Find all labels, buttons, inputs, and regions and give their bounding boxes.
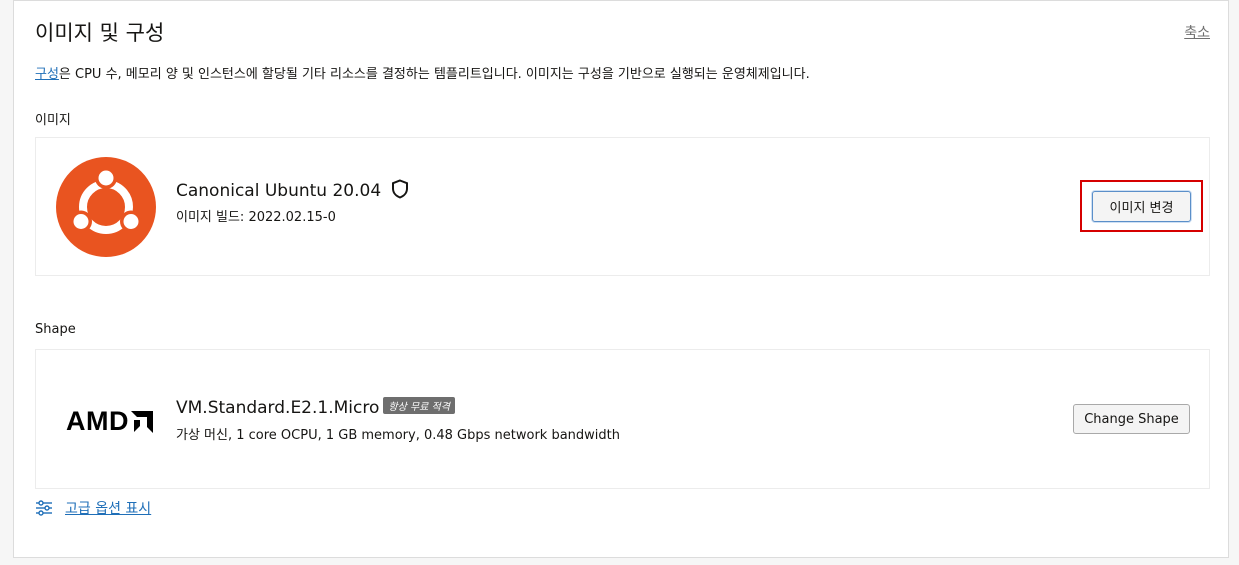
shield-icon <box>391 179 408 199</box>
collapse-link[interactable]: 축소 <box>1184 22 1210 42</box>
image-name-row: Canonical Ubuntu 20.04 <box>176 179 409 201</box>
amd-arrow-icon <box>131 410 153 433</box>
shape-name: VM.Standard.E2.1.Micro <box>176 398 380 418</box>
section-title: 이미지 및 구성 <box>35 21 165 45</box>
image-section-label: 이미지 <box>35 113 71 128</box>
advanced-options-label[interactable]: 고급 옵션 표시 <box>65 498 151 518</box>
shape-card: AMD VM.Standard.E2.1.Micro 항상 무료 적격 가상 머신… <box>35 349 1210 489</box>
description: 구성은 CPU 수, 메모리 양 및 인스턴스에 할당될 기타 리소스를 결정하… <box>35 63 810 82</box>
image-build: 이미지 빌드: 2022.02.15-0 <box>176 210 336 225</box>
change-shape-button[interactable]: Change Shape <box>1073 404 1190 434</box>
shape-help-link[interactable]: 구성 <box>35 67 59 82</box>
advanced-options-toggle[interactable]: 고급 옵션 표시 <box>35 498 151 518</box>
change-image-button[interactable]: 이미지 변경 <box>1092 191 1191 222</box>
shape-name-row: VM.Standard.E2.1.Micro 항상 무료 적격 <box>176 397 455 418</box>
shape-section-label: Shape <box>35 322 76 337</box>
image-name: Canonical Ubuntu 20.04 <box>176 181 382 201</box>
image-card: Canonical Ubuntu 20.04 이미지 빌드: 2022.02.1… <box>35 137 1210 276</box>
shape-spec: 가상 머신, 1 core OCPU, 1 GB memory, 0.48 Gb… <box>176 428 620 443</box>
description-text: 은 CPU 수, 메모리 양 및 인스턴스에 할당될 기타 리소스를 결정하는 … <box>58 67 810 82</box>
amd-logo-text: AMD <box>66 406 129 436</box>
amd-logo: AMD <box>66 406 153 437</box>
always-free-badge: 항상 무료 적격 <box>383 397 455 414</box>
sliders-icon <box>36 500 52 516</box>
ubuntu-logo-icon <box>56 157 156 257</box>
image-and-shape-panel: 이미지 및 구성 축소 구성은 CPU 수, 메모리 양 및 인스턴스에 할당될… <box>13 0 1229 558</box>
